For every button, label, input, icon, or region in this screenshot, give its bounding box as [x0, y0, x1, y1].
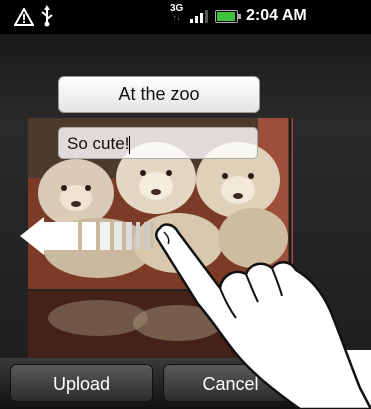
caption-input[interactable]: So cute! — [58, 127, 258, 159]
usb-icon — [41, 5, 53, 27]
hand-pointer-icon — [155, 223, 371, 409]
text-cursor — [129, 135, 131, 154]
network-type-label: 3G — [170, 3, 184, 14]
battery-icon — [215, 10, 241, 23]
signal-icon — [190, 10, 208, 23]
network-type-indicator: 3G ↑↓ — [170, 3, 184, 23]
network-activity-icon: ↑↓ — [172, 13, 181, 22]
clock: 2:04 AM — [246, 7, 307, 24]
caption-text: So cute! — [67, 134, 130, 153]
upload-button[interactable]: Upload — [10, 364, 153, 402]
status-bar: 3G ↑↓ 2:04 AM — [0, 0, 371, 34]
warning-icon — [14, 8, 34, 26]
title-input[interactable]: At the zoo — [58, 76, 260, 113]
screen: 3G ↑↓ 2:04 AM At the zoo So cute! Upload… — [0, 0, 371, 409]
